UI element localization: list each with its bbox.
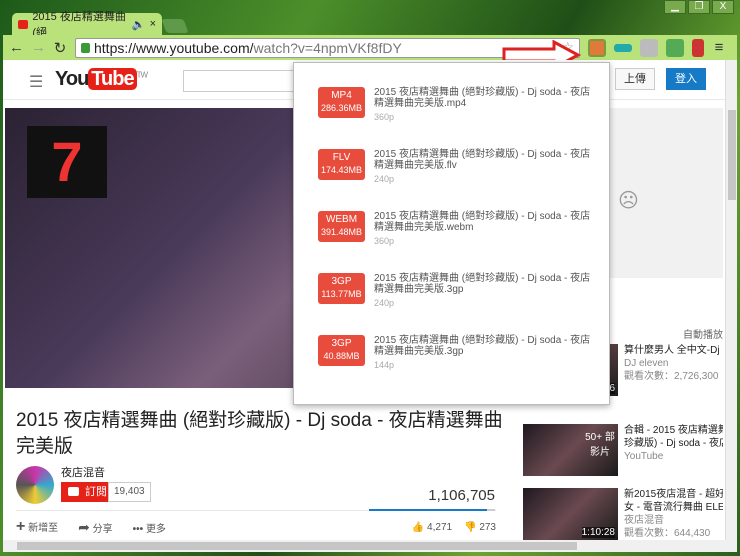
lock-icon	[81, 42, 90, 53]
guide-menu-icon[interactable]: ☰	[29, 72, 43, 92]
video-download-extension-icon[interactable]	[588, 38, 606, 57]
speaker-icon: 🔈	[131, 18, 146, 31]
download-option[interactable]: MP4 286.36MB 2015 夜店精選舞曲 (絕對珍藏版) - Dj soda…	[318, 87, 594, 123]
share-button[interactable]: ➦ 分享	[78, 519, 113, 536]
format-badge[interactable]: 3GP 40.88MB	[318, 335, 365, 366]
subscribe-button[interactable]: 訂閱	[61, 482, 115, 502]
maximize-button[interactable]: ❐	[688, 0, 710, 14]
extension-icon[interactable]	[640, 38, 658, 57]
video-thumbnail: 1:10:28	[523, 488, 618, 540]
playlist-thumbnail: 50+ 部影片	[523, 424, 618, 476]
like-ratio-bar	[369, 509, 495, 511]
format-badge[interactable]: WEBM 391.48MB	[318, 211, 365, 242]
youtube-favicon-icon	[18, 19, 29, 29]
plus-icon: +	[16, 518, 26, 535]
subscriber-count: 19,403	[108, 482, 151, 502]
channel-avatar[interactable]	[16, 466, 54, 504]
file-name[interactable]: 2015 夜店精選舞曲 (絕對珍藏版) - Dj soda - 夜店精選舞曲完美…	[374, 335, 594, 371]
quality-label: 240p	[374, 298, 395, 308]
quality-label: 360p	[374, 236, 395, 246]
add-to-button[interactable]: + 新增至	[16, 518, 58, 536]
browser-tab[interactable]: 2015 夜店精選舞曲 (絕 🔈 ×	[12, 11, 162, 39]
format-badge[interactable]: MP4 286.36MB	[318, 87, 365, 118]
signin-button[interactable]: 登入	[666, 68, 706, 90]
more-button[interactable]: ••• 更多	[133, 520, 166, 535]
forward-icon[interactable]: →	[31, 39, 46, 56]
file-name[interactable]: 2015 夜店精選舞曲 (絕對珍藏版) - Dj soda - 夜店精選舞曲完美…	[374, 273, 594, 309]
dislike-button[interactable]: 👎 273	[464, 522, 496, 533]
new-tab-button[interactable]	[161, 19, 189, 33]
share-icon: ➦	[78, 518, 90, 535]
like-button[interactable]: 👍 4,271	[412, 522, 452, 533]
format-badge[interactable]: FLV 174.43MB	[318, 149, 365, 180]
channel-watermark: 7	[27, 126, 107, 198]
extension-icon[interactable]	[666, 38, 684, 57]
close-tab-icon[interactable]: ×	[150, 18, 156, 30]
back-icon[interactable]: ←	[9, 39, 24, 56]
browser-toolbar: ← → ↻ https://www.youtube.com/watch?v=4n…	[3, 35, 737, 60]
view-count: 1,106,705	[428, 487, 495, 504]
recommended-playlist[interactable]: 50+ 部影片 合輯 - 2015 夜店精選舞 珍藏版) - Dj soda - …	[523, 424, 723, 476]
extension-icon[interactable]	[614, 43, 632, 52]
format-badge[interactable]: 3GP 113.77MB	[318, 273, 365, 304]
download-option[interactable]: FLV 174.43MB 2015 夜店精選舞曲 (絕對珍藏版) - Dj soda…	[318, 149, 594, 185]
download-option[interactable]: WEBM 391.48MB 2015 夜店精選舞曲 (絕對珍藏版) - Dj sod…	[318, 211, 594, 247]
sad-face-icon: ☹	[618, 190, 639, 212]
url-path: watch?v=4npmVKf8fDY	[253, 39, 402, 56]
download-option[interactable]: 3GP 40.88MB 2015 夜店精選舞曲 (絕對珍藏版) - Dj soda …	[318, 335, 594, 371]
quality-label: 240p	[374, 174, 395, 184]
file-name[interactable]: 2015 夜店精選舞曲 (絕對珍藏版) - Dj soda - 夜店精選舞曲完美…	[374, 211, 594, 247]
autoplay-label: 自動播放	[683, 330, 723, 341]
youtube-logo[interactable]: You Tube TW	[55, 68, 148, 91]
video-title: 2015 夜店精選舞曲 (絕對珍藏版) - Dj soda - 夜店精選舞曲完美…	[16, 410, 503, 457]
thumbs-down-icon: 👎	[464, 521, 477, 533]
thumbs-up-icon: 👍	[411, 521, 425, 533]
horizontal-scrollbar[interactable]	[3, 540, 737, 552]
file-name[interactable]: 2015 夜店精選舞曲 (絕對珍藏版) - Dj soda - 夜店精選舞曲完美…	[374, 149, 594, 185]
vertical-scrollbar[interactable]	[725, 60, 737, 540]
upload-button[interactable]: 上傳	[615, 68, 655, 90]
url-host: https://www.youtube.com/	[94, 39, 254, 56]
extension-icon[interactable]	[692, 38, 704, 57]
download-option[interactable]: 3GP 113.77MB 2015 夜店精選舞曲 (絕對珍藏版) - Dj soda…	[318, 273, 594, 309]
quality-label: 360p	[374, 112, 395, 122]
quality-label: 144p	[374, 360, 395, 370]
download-popup: MP4 286.36MB 2015 夜店精選舞曲 (絕對珍藏版) - Dj soda…	[293, 62, 610, 405]
minimize-button[interactable]: ▁	[664, 0, 686, 14]
close-window-button[interactable]: X	[712, 0, 734, 14]
window-controls: ▁ ❐ X	[664, 0, 734, 14]
search-input[interactable]	[183, 70, 303, 92]
file-name[interactable]: 2015 夜店精選舞曲 (絕對珍藏版) - Dj soda - 夜店精選舞曲完美…	[374, 87, 594, 123]
reload-icon[interactable]: ↻	[53, 39, 67, 57]
more-icon: •••	[132, 523, 144, 535]
channel-name[interactable]: 夜店混音	[61, 464, 105, 480]
menu-icon[interactable]: ≡	[712, 39, 726, 56]
recommended-video[interactable]: 1:10:28 新2015夜店混音 - 超好女 - 電音流行舞曲 ELE 夜店混音…	[523, 488, 723, 540]
action-bar: + 新增至 ➦ 分享 ••• 更多 👍 4,271 👎 273	[16, 518, 496, 536]
